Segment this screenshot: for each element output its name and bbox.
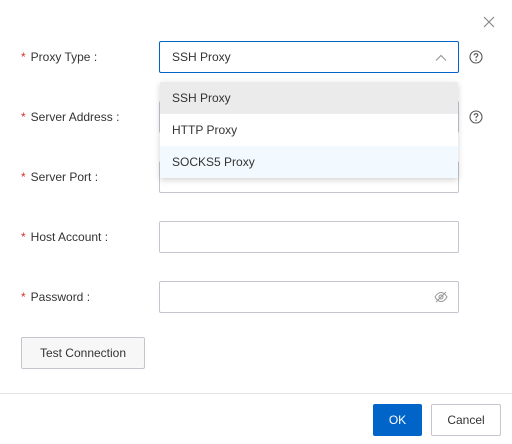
dropdown-option-socks5-proxy[interactable]: SOCKS5 Proxy <box>160 146 458 178</box>
footer-divider <box>0 393 512 394</box>
dropdown-option-http-proxy[interactable]: HTTP Proxy <box>160 114 458 146</box>
required-mark: * <box>21 50 26 64</box>
proxy-type-value: SSH Proxy <box>172 50 231 64</box>
cancel-button[interactable]: Cancel <box>431 404 501 436</box>
proxy-type-dropdown: SSH Proxy HTTP Proxy SOCKS5 Proxy <box>160 82 458 178</box>
required-mark: * <box>21 230 26 244</box>
server-address-label: * Server Address : <box>21 110 120 124</box>
host-account-input[interactable] <box>160 222 454 252</box>
proxy-type-label: * Proxy Type : <box>21 50 98 64</box>
host-account-label: * Host Account : <box>21 230 109 244</box>
proxy-settings-dialog: * Proxy Type : SSH Proxy * Server Address … <box>0 0 512 444</box>
password-label: * Password : <box>21 290 91 304</box>
chevron-up-icon <box>435 52 447 62</box>
password-field[interactable] <box>159 281 459 313</box>
password-input[interactable] <box>160 282 454 312</box>
host-account-row: * Host Account : <box>0 221 512 253</box>
dropdown-option-ssh-proxy[interactable]: SSH Proxy <box>160 82 458 114</box>
required-mark: * <box>21 170 26 184</box>
proxy-type-select[interactable]: SSH Proxy <box>159 41 459 73</box>
eye-slash-icon[interactable] <box>434 291 448 303</box>
question-circle-icon[interactable] <box>469 50 483 64</box>
host-account-field[interactable] <box>159 221 459 253</box>
close-icon[interactable] <box>481 14 497 30</box>
question-circle-icon[interactable] <box>469 110 483 124</box>
password-row: * Password : <box>0 281 512 313</box>
ok-button[interactable]: OK <box>373 404 422 436</box>
server-port-label: * Server Port : <box>21 170 99 184</box>
test-connection-button[interactable]: Test Connection <box>21 337 145 369</box>
required-mark: * <box>21 290 26 304</box>
proxy-type-row: * Proxy Type : SSH Proxy <box>0 41 512 73</box>
required-mark: * <box>21 110 26 124</box>
